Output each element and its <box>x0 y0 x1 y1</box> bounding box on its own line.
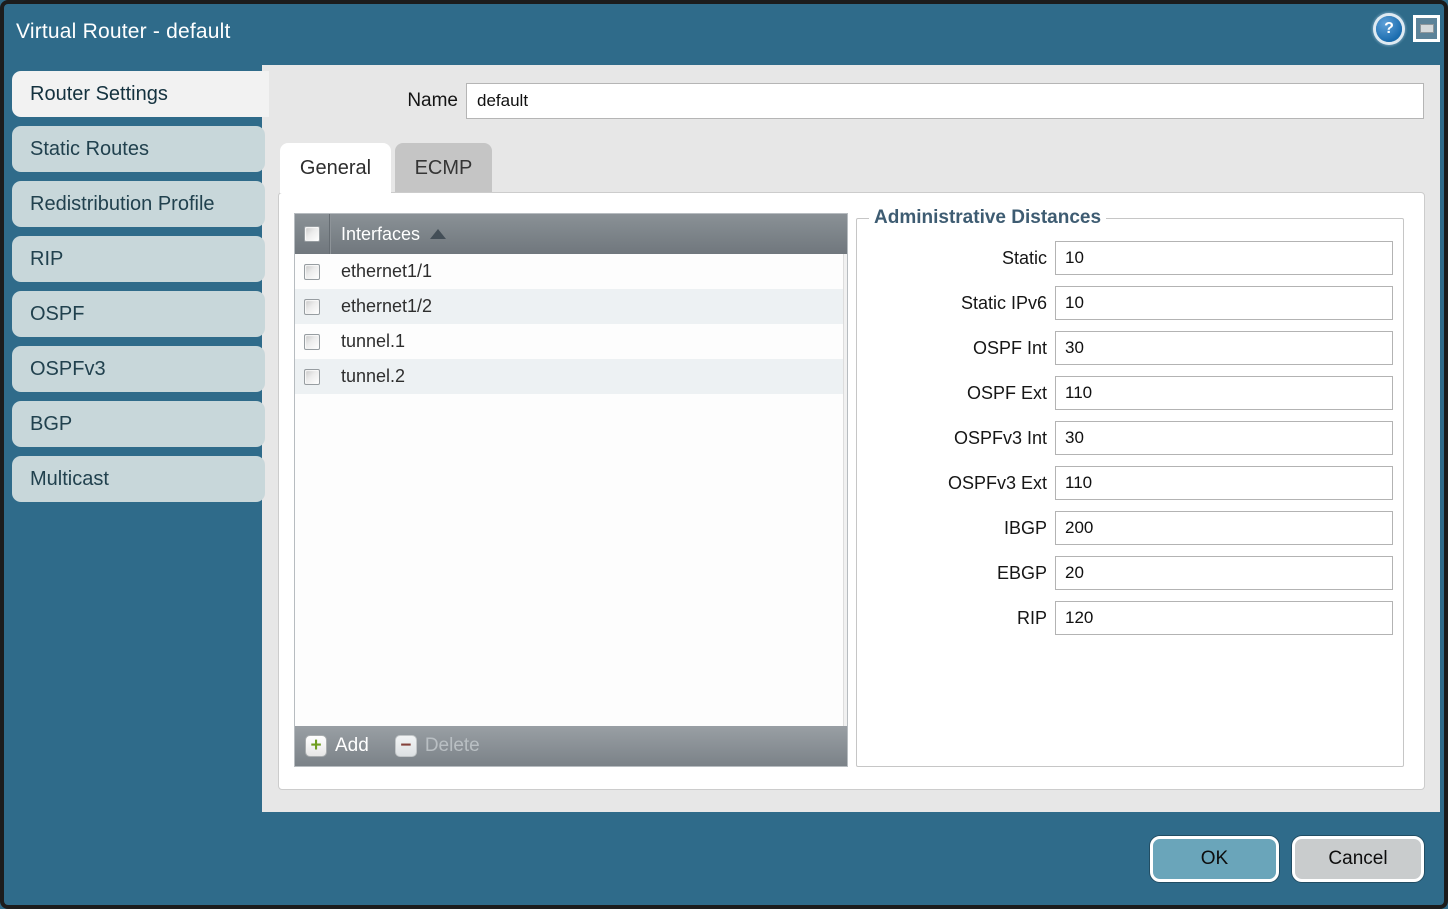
add-button[interactable]: + Add <box>295 735 369 757</box>
name-input[interactable] <box>466 83 1424 119</box>
general-tab-panel: Interfaces ethernet1/1 ethernet1/2 tunne… <box>278 192 1425 790</box>
field-row: OSPFv3 Ext <box>865 466 1393 500</box>
sidebar-item-redistribution-profile[interactable]: Redistribution Profile <box>12 181 265 227</box>
help-glyph: ? <box>1384 20 1394 38</box>
select-all-checkbox[interactable] <box>304 226 320 242</box>
virtual-router-dialog: Virtual Router - default ? Router Settin… <box>0 0 1448 909</box>
field-row: OSPFv3 Int <box>865 421 1393 455</box>
sidebar-item-ospf[interactable]: OSPF <box>12 291 265 337</box>
table-scrollbar[interactable] <box>843 254 847 726</box>
interfaces-header-label: Interfaces <box>341 224 420 245</box>
name-label: Name <box>368 83 458 119</box>
sort-ascending-icon[interactable] <box>430 229 446 239</box>
field-row: Static IPv6 <box>865 286 1393 320</box>
ospf-int-input[interactable] <box>1055 331 1393 365</box>
ospfv3-int-input[interactable] <box>1055 421 1393 455</box>
delete-minus-icon: − <box>395 735 417 757</box>
ospfv3-ext-label: OSPFv3 Ext <box>865 473 1047 494</box>
row-checkbox[interactable] <box>304 369 320 385</box>
ibgp-label: IBGP <box>865 518 1047 539</box>
administrative-distances-group: Administrative Distances Static Static I… <box>856 207 1404 767</box>
sidebar-nav: Router Settings Static Routes Redistribu… <box>12 71 265 502</box>
field-row: EBGP <box>865 556 1393 590</box>
window-restore-icon[interactable] <box>1413 15 1440 42</box>
ebgp-label: EBGP <box>865 563 1047 584</box>
field-row: Static <box>865 241 1393 275</box>
cancel-button[interactable]: Cancel <box>1292 836 1424 882</box>
interface-name: ethernet1/1 <box>341 261 432 282</box>
field-row: IBGP <box>865 511 1393 545</box>
add-button-label: Add <box>335 735 369 757</box>
static-input[interactable] <box>1055 241 1393 275</box>
interface-name: tunnel.2 <box>341 366 405 387</box>
ospfv3-ext-input[interactable] <box>1055 466 1393 500</box>
row-checkbox[interactable] <box>304 299 320 315</box>
static-ipv6-input[interactable] <box>1055 286 1393 320</box>
sidebar-item-multicast[interactable]: Multicast <box>12 456 265 502</box>
row-checkbox[interactable] <box>304 334 320 350</box>
interfaces-table: Interfaces ethernet1/1 ethernet1/2 tunne… <box>294 213 848 767</box>
sidebar-item-bgp[interactable]: BGP <box>12 401 265 447</box>
table-row[interactable]: tunnel.1 <box>295 324 847 359</box>
tab-ecmp[interactable]: ECMP <box>395 143 492 192</box>
field-row: OSPF Ext <box>865 376 1393 410</box>
sidebar-item-rip[interactable]: RIP <box>12 236 265 282</box>
interface-name: tunnel.1 <box>341 331 405 352</box>
tab-general[interactable]: General <box>280 143 391 193</box>
ospf-ext-label: OSPF Ext <box>865 383 1047 404</box>
sidebar-item-ospfv3[interactable]: OSPFv3 <box>12 346 265 392</box>
table-row[interactable]: ethernet1/1 <box>295 254 847 289</box>
ok-button[interactable]: OK <box>1150 836 1279 882</box>
field-row: OSPF Int <box>865 331 1393 365</box>
interfaces-table-body: ethernet1/1 ethernet1/2 tunnel.1 tunnel.… <box>295 254 847 726</box>
ospf-int-label: OSPF Int <box>865 338 1047 359</box>
add-plus-icon: + <box>305 735 327 757</box>
sidebar-item-router-settings[interactable]: Router Settings <box>12 71 269 117</box>
dialog-title: Virtual Router - default <box>16 0 231 65</box>
static-ipv6-label: Static IPv6 <box>865 293 1047 314</box>
static-label: Static <box>865 248 1047 269</box>
field-row: RIP <box>865 601 1393 635</box>
table-row[interactable]: ethernet1/2 <box>295 289 847 324</box>
ibgp-input[interactable] <box>1055 511 1393 545</box>
administrative-distances-title: Administrative Distances <box>869 207 1106 229</box>
ebgp-input[interactable] <box>1055 556 1393 590</box>
ospfv3-int-label: OSPFv3 Int <box>865 428 1047 449</box>
delete-button[interactable]: − Delete <box>369 735 480 757</box>
interfaces-column-header[interactable]: Interfaces <box>295 214 847 254</box>
table-row[interactable]: tunnel.2 <box>295 359 847 394</box>
header-column-divider <box>329 214 330 254</box>
ospf-ext-input[interactable] <box>1055 376 1393 410</box>
rip-label: RIP <box>865 608 1047 629</box>
row-checkbox[interactable] <box>304 264 320 280</box>
help-icon[interactable]: ? <box>1376 16 1402 42</box>
rip-input[interactable] <box>1055 601 1393 635</box>
window-restore-glyph <box>1420 24 1434 33</box>
interface-name: ethernet1/2 <box>341 296 432 317</box>
table-footer-toolbar: + Add − Delete <box>295 726 847 766</box>
sidebar-item-static-routes[interactable]: Static Routes <box>12 126 265 172</box>
delete-button-label: Delete <box>425 735 480 757</box>
title-bar: Virtual Router - default ? <box>0 0 1448 65</box>
